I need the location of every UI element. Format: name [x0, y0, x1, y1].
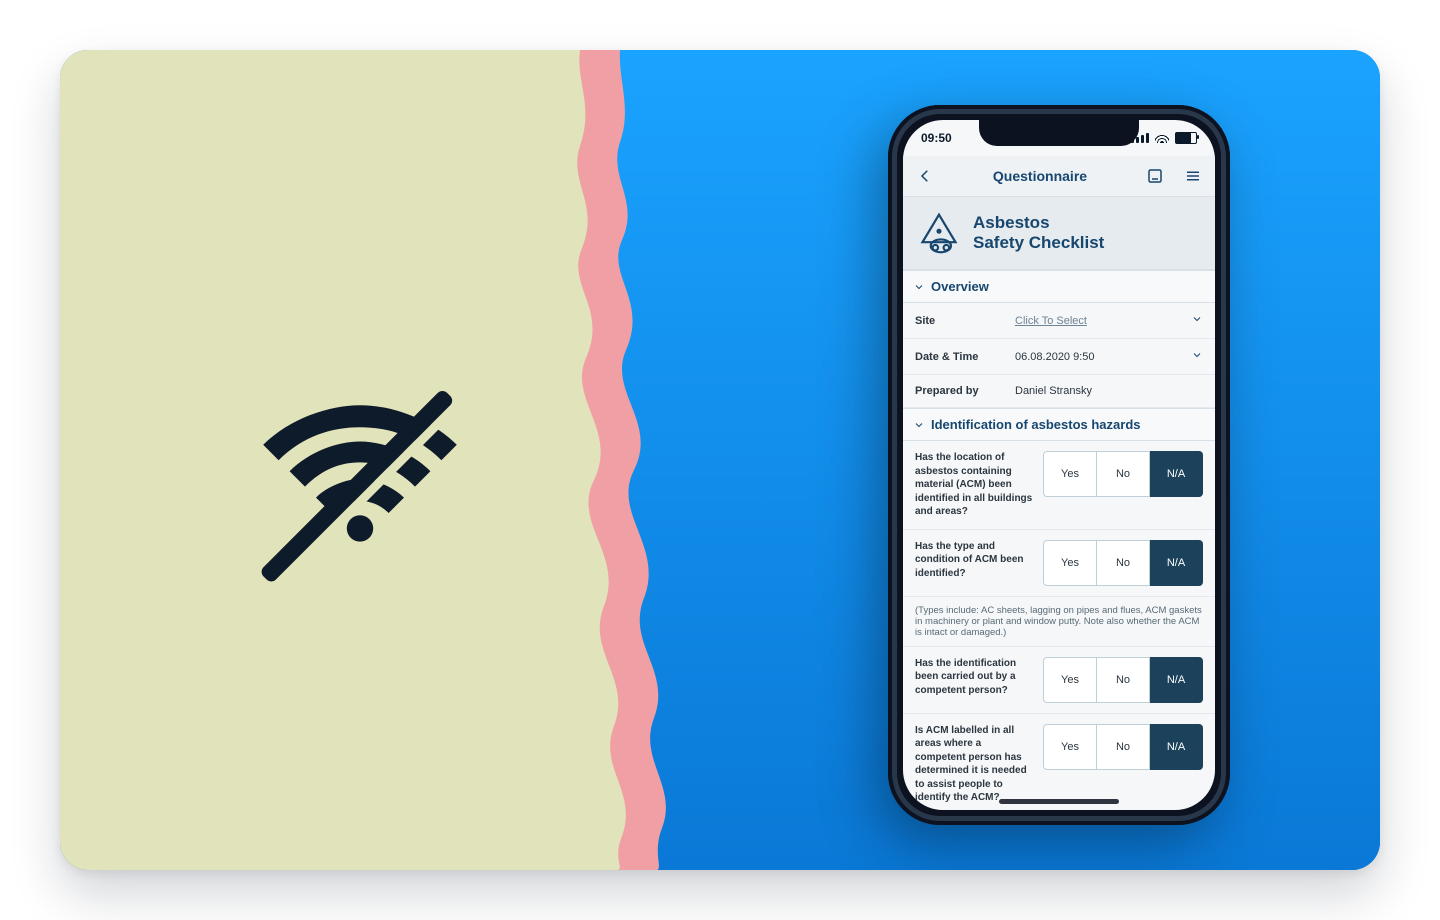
wifi-off-icon — [250, 370, 470, 590]
answer-yes[interactable]: Yes — [1043, 657, 1097, 703]
question-row: Has the location of asbestos containing … — [903, 441, 1215, 530]
answer-na[interactable]: N/A — [1150, 540, 1203, 586]
battery-icon — [1175, 132, 1197, 144]
section-hazards-label: Identification of asbestos hazards — [931, 417, 1141, 432]
hazard-mask-icon — [917, 211, 961, 255]
answer-yes[interactable]: Yes — [1043, 724, 1097, 770]
field-site-label: Site — [915, 315, 1007, 327]
answer-no[interactable]: No — [1097, 540, 1150, 586]
field-prepared-by: Prepared by Daniel Stransky — [903, 375, 1215, 408]
menu-button[interactable] — [1179, 162, 1207, 190]
answer-no[interactable]: No — [1097, 657, 1150, 703]
field-datetime-value[interactable]: 06.08.2020 9:50 — [1015, 351, 1183, 363]
chevron-left-icon — [916, 167, 934, 185]
home-indicator — [999, 799, 1119, 804]
answer-group: Yes No N/A — [1043, 657, 1203, 703]
field-prepared-label: Prepared by — [915, 385, 1007, 397]
chevron-down-icon — [1191, 349, 1203, 364]
checklist-title: Asbestos Safety Checklist — [973, 213, 1104, 254]
question-row: Is ACM labelled in all areas where a com… — [903, 714, 1215, 811]
answer-group: Yes No N/A — [1043, 540, 1203, 586]
answer-no[interactable]: No — [1097, 451, 1150, 497]
phone-screen: 09:50 Questionnaire — [903, 120, 1215, 810]
question-text: Has the identification been carried out … — [915, 657, 1033, 703]
field-datetime[interactable]: Date & Time 06.08.2020 9:50 — [903, 339, 1215, 375]
answer-na[interactable]: N/A — [1150, 657, 1203, 703]
field-datetime-label: Date & Time — [915, 351, 1007, 363]
back-button[interactable] — [911, 162, 939, 190]
answer-na[interactable]: N/A — [1150, 451, 1203, 497]
menu-icon — [1184, 167, 1202, 185]
answer-yes[interactable]: Yes — [1043, 451, 1097, 497]
checklist-header: Asbestos Safety Checklist — [903, 197, 1215, 270]
answer-group: Yes No N/A — [1043, 451, 1203, 519]
notes-button[interactable] — [1141, 162, 1169, 190]
status-time: 09:50 — [921, 131, 952, 145]
field-prepared-value: Daniel Stransky — [1015, 385, 1203, 397]
phone-mockup: 09:50 Questionnaire — [888, 105, 1230, 825]
chevron-down-icon — [1191, 313, 1203, 328]
section-overview[interactable]: Overview — [903, 270, 1215, 303]
wifi-icon — [1155, 133, 1169, 143]
chevron-down-icon — [913, 419, 925, 431]
app-nav: Questionnaire — [903, 156, 1215, 197]
section-hazards[interactable]: Identification of asbestos hazards — [903, 408, 1215, 441]
promo-card: 09:50 Questionnaire — [60, 50, 1380, 870]
question-text: Has the location of asbestos containing … — [915, 451, 1033, 519]
question-text: Is ACM labelled in all areas where a com… — [915, 724, 1033, 805]
chevron-down-icon — [913, 281, 925, 293]
answer-group: Yes No N/A — [1043, 724, 1203, 805]
question-text: Has the type and condition of ACM been i… — [915, 540, 1033, 586]
note-icon — [1146, 167, 1164, 185]
field-site-value[interactable]: Click To Select — [1015, 315, 1183, 327]
answer-na[interactable]: N/A — [1150, 724, 1203, 770]
nav-title: Questionnaire — [993, 168, 1087, 184]
question-hint: (Types include: AC sheets, lagging on pi… — [903, 597, 1215, 647]
answer-no[interactable]: No — [1097, 724, 1150, 770]
section-overview-label: Overview — [931, 279, 989, 294]
answer-yes[interactable]: Yes — [1043, 540, 1097, 586]
phone-notch — [979, 120, 1139, 146]
field-site[interactable]: Site Click To Select — [903, 303, 1215, 339]
question-row: Has the type and condition of ACM been i… — [903, 530, 1215, 597]
question-row: Has the identification been carried out … — [903, 647, 1215, 714]
